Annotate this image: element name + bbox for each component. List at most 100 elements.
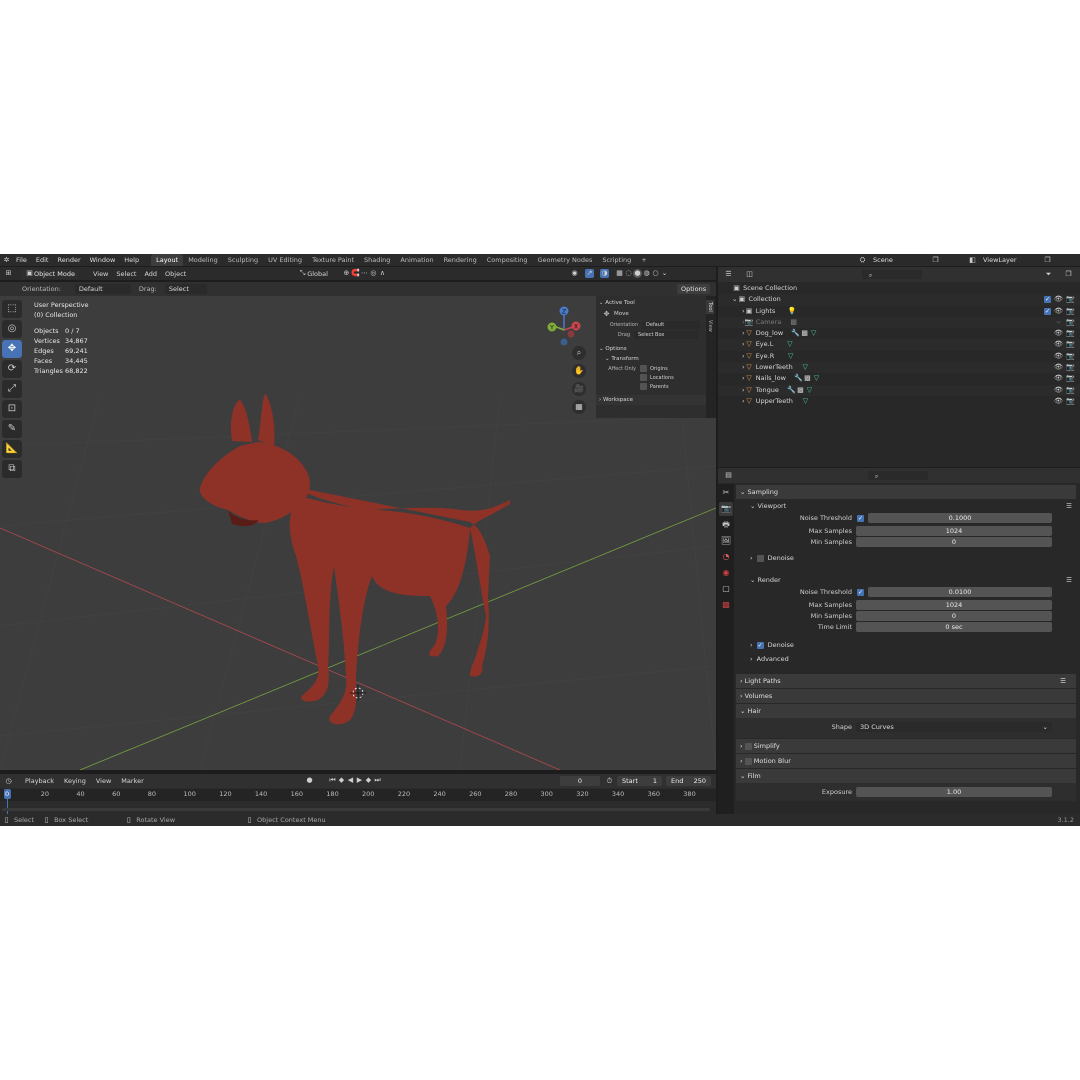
tree-item-dog-low[interactable]: › ▽ Dog_low 🔧▩ ▽ 👁 📷 [718,328,1080,339]
proportional-edit-icon[interactable]: ◎ [369,269,378,278]
end-frame-field[interactable]: End 250 [666,776,711,786]
origins-checkbox[interactable] [640,365,647,372]
material-shading-icon[interactable]: ◍ [642,269,651,278]
tab-modeling[interactable]: Modeling [183,254,223,266]
timeline-scrollbar[interactable] [2,808,710,811]
simplify-panel-header[interactable]: › Simplify [736,739,1076,753]
tree-item-lowerteeth[interactable]: › ▽ LowerTeeth ▽ 👁 📷 [718,362,1080,374]
view-layer-tab-icon[interactable]: 🖼 [719,534,733,548]
measure-tool-icon[interactable]: 📐 [2,440,22,458]
filter-icon[interactable]: ⏷ [1044,270,1053,279]
hidden-eye-icon[interactable]: ⌣ [1054,318,1063,327]
visibility-eye-icon[interactable]: 👁 [1054,352,1063,361]
volumes-panel-header[interactable]: › Volumes [736,689,1076,703]
render-camera-icon[interactable]: 📷 [1066,363,1075,372]
render-camera-icon[interactable]: 📷 [1066,397,1075,406]
add-workspace-button[interactable]: + [636,254,651,266]
tree-collection[interactable]: ⌄▣ Collection ✓ 👁 📷 [718,294,1080,306]
tab-compositing[interactable]: Compositing [482,254,533,266]
simplify-checkbox[interactable] [744,742,752,750]
render-camera-icon[interactable]: 📷 [1066,307,1075,316]
npanel-tab-tool[interactable]: Tool [706,300,714,314]
exposure-field[interactable]: 1.00 [856,787,1052,797]
tab-shading[interactable]: Shading [359,254,395,266]
gizmo-neg-y-handle[interactable] [560,338,568,346]
scene-tab-icon[interactable]: ◔ [719,550,733,564]
visibility-eye-icon[interactable]: 👁 [1054,363,1063,372]
annotate-tool-icon[interactable]: ✎ [2,420,22,438]
visibility-eye-icon[interactable]: 👁 [1054,307,1063,316]
timeline-editor-icon[interactable]: ◷ [4,777,13,786]
render-subpanel-header[interactable]: ⌄ Render ☰ [736,573,1076,587]
clock-icon[interactable]: ⏱ [605,777,614,786]
shading-options-icon[interactable]: ⌄ [660,269,669,278]
locations-checkbox[interactable] [640,374,647,381]
transform-header[interactable]: ⌄ Transform [596,354,706,364]
tree-item-eye-r[interactable]: › ▽ Eye.R ▽ 👁 📷 [718,351,1080,362]
menu-edit[interactable]: Edit [36,256,49,264]
next-key-icon[interactable]: ◆ [364,776,373,785]
viewport-noise-threshold-field[interactable]: 0.1000 [868,513,1052,523]
tab-rendering[interactable]: Rendering [439,254,482,266]
menu-playback[interactable]: Playback [25,777,54,785]
move-tool-icon[interactable]: ✥ [2,340,22,358]
snap-icon[interactable]: 🧲 [351,269,360,278]
tab-scripting[interactable]: Scripting [597,254,636,266]
pan-hand-icon[interactable]: ✋ [572,364,586,378]
render-max-samples-field[interactable]: 1024 [856,600,1052,610]
cursor-tool-icon[interactable]: ◎ [2,320,22,338]
add-cube-tool-icon[interactable]: ⧉ [2,460,22,478]
rendered-shading-icon[interactable]: ○ [651,269,660,278]
parents-checkbox[interactable] [640,383,647,390]
tree-item-camera[interactable]: ›📷 Camera ▩ ⌣ 📷 [718,316,1080,329]
viewport-denoise-checkbox[interactable] [756,554,764,562]
gizmo-neg-x-handle[interactable] [567,330,575,338]
orientation-dropdown[interactable]: Default [74,284,131,294]
menu-add[interactable]: Add [144,270,157,278]
tree-item-eye-l[interactable]: › ▽ Eye.L ▽ 👁 📷 [718,339,1080,351]
gizmo-toggle-icon[interactable]: ↗ [585,269,594,278]
blender-logo-icon[interactable]: ✲ [2,256,11,265]
list-icon[interactable]: ☰ [1060,674,1066,688]
visibility-eye-icon[interactable]: 👁 [1054,340,1063,349]
render-time-limit-field[interactable]: 0 sec [856,622,1052,632]
scene-selector[interactable]: ⛭ Scene ❐ [858,255,940,265]
visibility-eye-icon[interactable]: 👁 [1054,386,1063,395]
world-tab-icon[interactable]: ◉ [719,566,733,580]
npanel-drag-dropdown[interactable]: Select Box [634,331,698,339]
editor-type-icon[interactable]: ⊞ [4,269,13,278]
render-camera-icon[interactable]: 📷 [1066,295,1075,304]
jump-start-icon[interactable]: ⏮ [328,776,337,785]
film-panel-header[interactable]: ⌄ Film [736,769,1076,783]
record-icon[interactable]: ● [305,776,314,785]
advanced-subpanel-header[interactable]: › Advanced [750,655,789,663]
visibility-eye-icon[interactable]: 👁 [1054,329,1063,338]
render-noise-checkbox[interactable]: ✓ [857,589,864,596]
render-camera-icon[interactable]: 📷 [1066,374,1075,383]
rotate-tool-icon[interactable]: ⟳ [2,360,22,378]
properties-search-field[interactable]: ⌕ [868,471,928,480]
menu-timeline-view[interactable]: View [96,777,111,785]
list-icon[interactable]: ☰ [1066,499,1072,513]
render-camera-icon[interactable]: 📷 [1066,386,1075,395]
visibility-eye-icon[interactable]: 👁 [1054,374,1063,383]
overlay-toggle-icon[interactable]: ◑ [600,269,609,278]
tree-item-nails-low[interactable]: › ▽ Nails_low 🔧▩ ▽ 👁 📷 [718,373,1080,384]
options-header[interactable]: ⌄ Options [596,344,706,354]
visibility-icon[interactable]: ◉ [570,269,579,278]
light-paths-panel-header[interactable]: › Light Paths ☰ [736,674,1076,688]
drag-dropdown[interactable]: Select Box [164,284,207,303]
motion-blur-checkbox[interactable] [744,757,752,765]
texture-tab-icon[interactable]: ▩ [719,598,733,612]
menu-select[interactable]: Select [116,270,136,278]
tab-animation[interactable]: Animation [395,254,438,266]
menu-object[interactable]: Object [165,270,186,278]
solid-shading-icon[interactable]: ● [633,269,642,278]
tree-item-lights[interactable]: ›▣ Lights 💡 ✓ 👁 📷 [718,306,1080,317]
navigation-gizmo[interactable]: Z X Y [540,302,590,352]
zoom-icon[interactable]: ⌕ [572,346,586,360]
render-denoise-row[interactable]: › ✓ Denoise [750,641,794,649]
collection-tab-icon[interactable]: ▢ [719,582,733,596]
sampling-panel-header[interactable]: ⌄ Sampling [736,485,1076,499]
menu-keying[interactable]: Keying [64,777,86,785]
